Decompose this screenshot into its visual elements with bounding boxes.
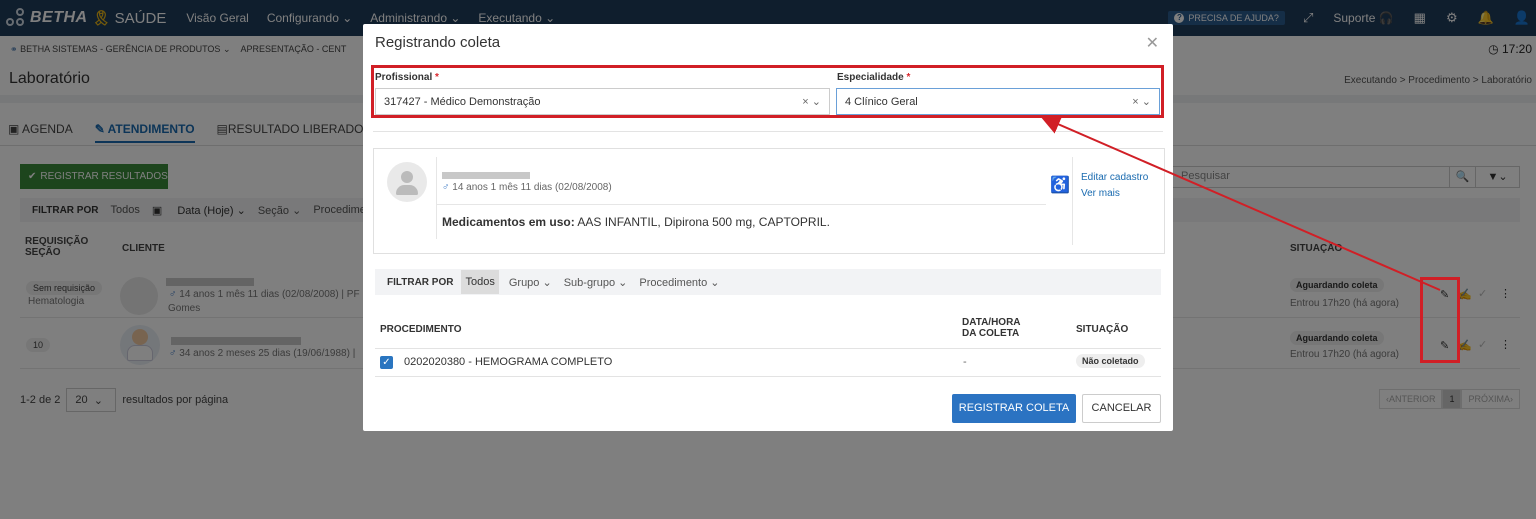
annotation-arrow [1040,115,1441,291]
